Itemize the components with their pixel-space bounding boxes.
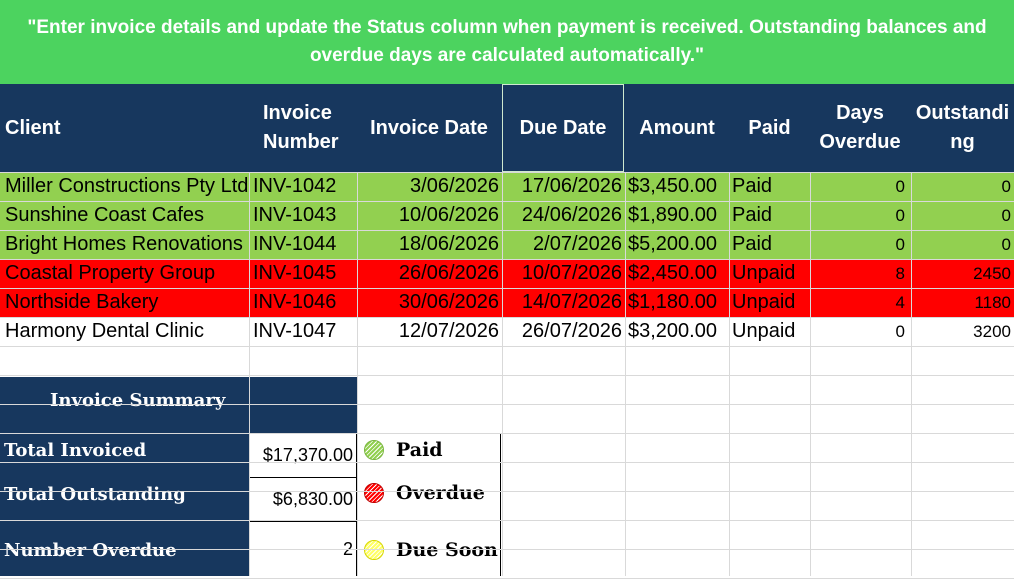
table-row[interactable]: Harmony Dental Clinic INV-1047 12/07/2026 2… [0,317,1014,346]
cell-paid[interactable]: Paid [729,201,810,230]
cell-client[interactable]: Harmony Dental Clinic [0,317,249,346]
cell-due-date[interactable]: 24/06/2026 [502,201,625,230]
cell-days-overdue[interactable]: 0 [810,172,911,201]
table-row[interactable]: Northside Bakery INV-1046 30/06/2026 14/07/… [0,288,1014,317]
gridline-horizontal [0,317,1014,318]
column-header-invoice-date[interactable]: Invoice Date [357,84,501,172]
instructions-banner: "Enter invoice details and update the St… [0,0,1014,84]
cell-invoice-date[interactable]: 18/06/2026 [357,230,502,259]
gridline-horizontal [0,404,1014,405]
due-soon-dot-icon [364,540,384,560]
cell-paid[interactable]: Paid [729,172,810,201]
cell-invoice[interactable]: INV-1046 [249,288,357,317]
cell-invoice[interactable]: INV-1043 [249,201,357,230]
cell-days-overdue[interactable]: 0 [810,230,911,259]
cell-days-overdue[interactable]: 0 [810,201,911,230]
cell-due-date[interactable]: 14/07/2026 [502,288,625,317]
cell-invoice[interactable]: INV-1042 [249,172,357,201]
instructions-text: "Enter invoice details and update the St… [27,17,987,66]
total-outstanding-label: Total Outstanding [4,484,186,505]
gridline-vertical [729,172,730,576]
column-header-days-overdue[interactable]: Days Overdue [810,84,910,172]
cell-invoice-date[interactable]: 26/06/2026 [357,259,502,288]
legend-item-due-soon: Due Soon [364,539,498,561]
cell-paid[interactable]: Unpaid [729,317,810,346]
cell-days-overdue[interactable]: 8 [810,259,911,288]
gridline-horizontal [0,433,1014,434]
total-invoiced-value[interactable]: $17,370.00 [249,433,357,478]
gridline-horizontal [0,346,1014,347]
number-overdue-label: Number Overdue [4,540,177,561]
cell-client[interactable]: Miller Constructions Pty Ltd [0,172,249,201]
cell-invoice[interactable]: INV-1044 [249,230,357,259]
cell-invoice-date[interactable]: 30/06/2026 [357,288,502,317]
gridline-horizontal [0,288,1014,289]
paid-dot-icon [364,440,384,460]
gridline-horizontal [0,230,1014,231]
spreadsheet-grid[interactable]: Client Invoice Number Invoice Date Due D… [0,84,1014,579]
cell-outstanding[interactable]: 0 [911,230,1014,259]
cell-invoice[interactable]: INV-1047 [249,317,357,346]
gridline-horizontal [0,520,1014,521]
cell-amount[interactable]: $3,450.00 [625,172,729,201]
column-header-outstanding[interactable]: Outstanding [911,84,1014,172]
column-header-invoice-number[interactable]: Invoice Number [258,84,356,172]
cell-due-date[interactable]: 2/07/2026 [502,230,625,259]
cell-client[interactable]: Coastal Property Group [0,259,249,288]
cell-outstanding[interactable]: 3200 [911,317,1014,346]
gridline-horizontal [0,259,1014,260]
cell-outstanding[interactable]: 2450 [911,259,1014,288]
cell-amount[interactable]: $3,200.00 [625,317,729,346]
gridline-vertical [502,172,503,576]
table-row[interactable]: Sunshine Coast Cafes INV-1043 10/06/2026 24… [0,201,1014,230]
gridline-horizontal [0,549,1014,550]
cell-client[interactable]: Bright Homes Renovations [0,230,249,259]
cell-client[interactable]: Northside Bakery [0,288,249,317]
gridline-horizontal [0,462,1014,463]
gridline-horizontal [0,201,1014,202]
cell-invoice-date[interactable]: 3/06/2026 [357,172,502,201]
cell-due-date[interactable]: 17/06/2026 [502,172,625,201]
cell-outstanding[interactable]: 0 [911,172,1014,201]
column-header-paid[interactable]: Paid [729,84,810,172]
gridline-vertical [357,172,358,576]
cell-amount[interactable]: $5,200.00 [625,230,729,259]
cell-days-overdue[interactable]: 0 [810,317,911,346]
table-row[interactable]: Miller Constructions Pty Ltd INV-1042 3/06… [0,172,1014,201]
cell-due-date[interactable]: 26/07/2026 [502,317,625,346]
legend-item-paid: Paid [364,439,443,461]
cell-invoice-date[interactable]: 10/06/2026 [357,201,502,230]
total-outstanding-value[interactable]: $6,830.00 [249,477,357,522]
column-header-client[interactable]: Client [0,84,249,172]
cell-amount[interactable]: $1,180.00 [625,288,729,317]
cell-amount[interactable]: $1,890.00 [625,201,729,230]
gridline-vertical [810,172,811,576]
cell-invoice-date[interactable]: 12/07/2026 [357,317,502,346]
total-invoiced-label: Total Invoiced [4,440,147,461]
overdue-dot-icon [364,483,384,503]
table-row[interactable]: Bright Homes Renovations INV-1044 18/06/20… [0,230,1014,259]
legend-item-overdue: Overdue [364,482,485,504]
cell-outstanding[interactable]: 0 [911,201,1014,230]
cell-paid[interactable]: Paid [729,230,810,259]
column-header-due-date[interactable]: Due Date [502,84,624,172]
cell-client[interactable]: Sunshine Coast Cafes [0,201,249,230]
gridline-horizontal [0,172,1014,173]
cell-paid[interactable]: Unpaid [729,288,810,317]
cell-amount[interactable]: $2,450.00 [625,259,729,288]
cell-days-overdue[interactable]: 4 [810,288,911,317]
cell-invoice[interactable]: INV-1045 [249,259,357,288]
gridline-vertical [911,172,912,576]
column-header-amount[interactable]: Amount [625,84,729,172]
cell-outstanding[interactable]: 1180 [911,288,1014,317]
cell-paid[interactable]: Unpaid [729,259,810,288]
cell-due-date[interactable]: 10/07/2026 [502,259,625,288]
gridline-vertical [249,172,250,576]
invoice-summary-title: Invoice Summary [50,390,226,411]
gridline-horizontal [0,491,1014,492]
gridline-vertical [625,172,626,576]
table-row[interactable]: Coastal Property Group INV-1045 26/06/2026… [0,259,1014,288]
gridline-horizontal [0,375,1014,376]
